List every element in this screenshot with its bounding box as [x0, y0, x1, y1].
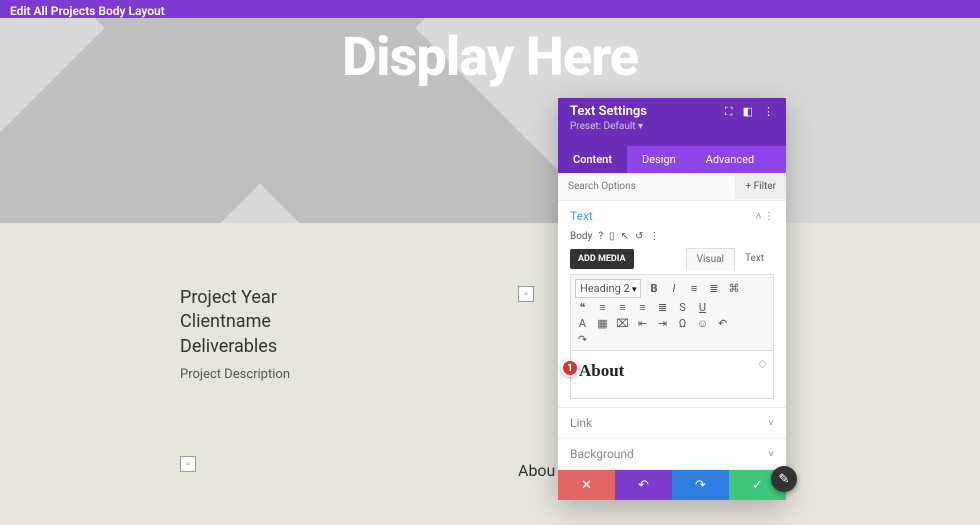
dynamic-content-icon[interactable]: ◇ [759, 357, 767, 370]
emoji-icon[interactable]: ☺ [695, 317, 710, 330]
annotation-marker: 1 [561, 359, 579, 377]
paste-icon[interactable]: ▦ [595, 317, 610, 330]
search-row: + Filter [558, 173, 786, 201]
modal-tabs: Content Design Advanced [558, 146, 786, 173]
clear-icon[interactable]: ⌧ [615, 317, 630, 330]
chevron-down-icon: ˅ [768, 418, 774, 429]
editor-heading[interactable]: About [579, 361, 765, 381]
body-row: Body ? ▯ ↖ ↺ ⋮ [570, 231, 774, 242]
cancel-button[interactable]: ✕ [558, 470, 615, 500]
filter-button[interactable]: + Filter [735, 174, 786, 199]
preset-selector[interactable]: Preset: Default ▾ [570, 121, 774, 132]
quote-icon[interactable]: ❝ [575, 301, 590, 314]
editor-mode-tabs: Visual Text [686, 248, 774, 270]
format-select[interactable]: Heading 2 ▾ [575, 279, 641, 298]
editor-toolbar: Heading 2 ▾ B I ≡ ≣ ⌘ ❝ ≡ ≡ ≡ ≣ S U [570, 274, 774, 351]
undo-button[interactable]: ↶ [615, 470, 672, 500]
text-settings-modal: Text Settings ⛶ ◧ ⋮ Preset: Default ▾ Co… [558, 98, 786, 500]
background-section[interactable]: Background ˅ [558, 439, 786, 470]
redo-button[interactable]: ↷ [672, 470, 729, 500]
modal-footer: ✕ ↶ ↷ ✓ [558, 470, 786, 500]
project-meta: Project Year Clientname Deliverables [180, 286, 460, 359]
number-list-icon[interactable]: ≣ [706, 282, 721, 295]
background-section-title: Background [570, 447, 634, 461]
expand-icon[interactable]: ⛶ [725, 105, 733, 119]
align-right-icon[interactable]: ≡ [635, 301, 650, 314]
link-section-title: Link [570, 416, 592, 430]
text-section-header[interactable]: Text ˄ ⋮ [570, 209, 774, 223]
hero-title: Display Here [0, 26, 980, 89]
editor-area[interactable]: 1 About ◇ [570, 351, 774, 399]
search-input[interactable] [558, 173, 735, 200]
text-tab[interactable]: Text [735, 248, 774, 270]
italic-icon[interactable]: I [666, 282, 681, 295]
align-left-icon[interactable]: ≡ [595, 301, 610, 314]
broken-image-icon: ▫ [180, 456, 196, 472]
canvas: Display Here Project Year Clientname Del… [0, 18, 980, 525]
underline-icon[interactable]: U [695, 301, 710, 314]
project-description: Project Description [180, 367, 460, 382]
help-icon[interactable]: ? [598, 231, 603, 242]
top-bar: Edit All Projects Body Layout [0, 0, 980, 18]
link-icon[interactable]: ⌘ [726, 282, 741, 295]
tablet-icon[interactable]: ▯ [609, 231, 615, 242]
modal-title: Text Settings [570, 104, 647, 119]
kebab-icon[interactable]: ⋮ [763, 105, 774, 119]
top-bar-title: Edit All Projects Body Layout [10, 4, 165, 18]
edit-float-button[interactable]: ✎ [771, 466, 797, 492]
strike-icon[interactable]: S [675, 301, 690, 314]
body-label: Body [570, 231, 592, 242]
special-char-icon[interactable]: Ω [675, 317, 690, 330]
media-row: ADD MEDIA Visual Text [570, 248, 774, 270]
kebab-icon[interactable]: ⋮ [649, 231, 659, 242]
snap-icon[interactable]: ◧ [743, 105, 753, 119]
visual-tab[interactable]: Visual [686, 248, 735, 270]
tab-content[interactable]: Content [558, 146, 627, 173]
broken-image-icon: ▫ [518, 286, 534, 302]
modal-header[interactable]: Text Settings ⛶ ◧ ⋮ Preset: Default ▾ [558, 98, 786, 146]
add-media-button[interactable]: ADD MEDIA [570, 249, 634, 269]
about-label: Abou [518, 461, 555, 480]
redo-icon[interactable]: ↷ [575, 333, 590, 346]
hover-icon[interactable]: ↖ [621, 231, 629, 242]
undo-icon[interactable]: ↶ [715, 317, 730, 330]
text-color-icon[interactable]: A [575, 317, 590, 330]
outdent-icon[interactable]: ⇤ [635, 317, 650, 330]
chevron-up-icon[interactable]: ˄ ⋮ [756, 211, 774, 222]
bold-icon[interactable]: B [646, 282, 661, 295]
project-info-block: Project Year Clientname Deliverables Pro… [180, 286, 460, 382]
bullet-list-icon[interactable]: ≡ [686, 282, 701, 295]
text-section-title: Text [570, 209, 593, 223]
chevron-down-icon: ˅ [768, 449, 774, 460]
reset-icon[interactable]: ↺ [635, 231, 643, 242]
tab-design[interactable]: Design [627, 146, 691, 173]
tab-advanced[interactable]: Advanced [691, 146, 769, 173]
indent-icon[interactable]: ⇥ [655, 317, 670, 330]
link-section[interactable]: Link ˅ [558, 408, 786, 439]
justify-icon[interactable]: ≣ [655, 301, 670, 314]
align-center-icon[interactable]: ≡ [615, 301, 630, 314]
text-section: Text ˄ ⋮ Body ? ▯ ↖ ↺ ⋮ ADD MEDIA Visual… [558, 201, 786, 408]
